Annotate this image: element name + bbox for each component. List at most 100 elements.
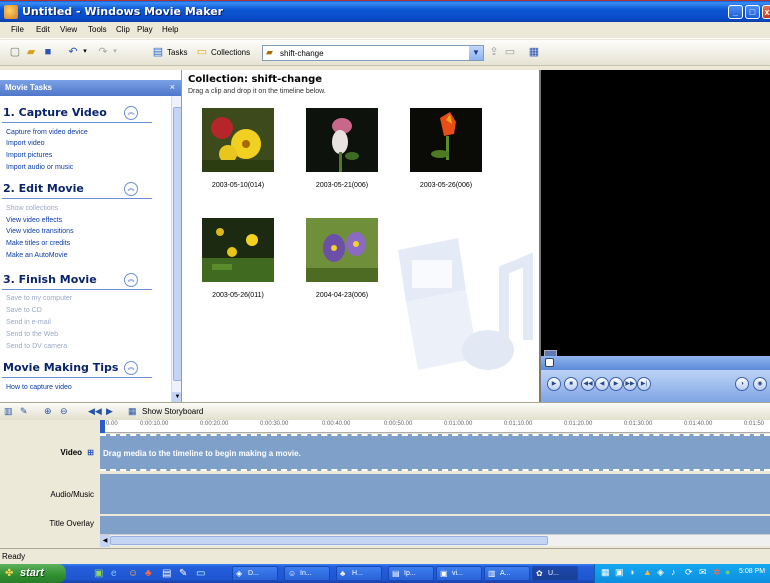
save-project-icon[interactable]: ■	[41, 45, 55, 59]
minimize-button[interactable]: _	[728, 5, 743, 19]
task-import-pictures[interactable]: Import pictures	[6, 152, 52, 159]
clip-item[interactable]: 2003-05-26(011)	[186, 218, 282, 312]
zoom-in-icon[interactable]: ⊕	[44, 406, 52, 417]
views-icon[interactable]: ▦	[527, 45, 541, 59]
storyboard-icon[interactable]: ▦	[128, 406, 137, 417]
menu-help[interactable]: Help	[162, 25, 178, 34]
forward-icon[interactable]: ▶	[609, 377, 623, 391]
tasks-button[interactable]: Tasks	[167, 48, 187, 57]
clip-item[interactable]: 2004-04-23(006)	[290, 218, 386, 312]
clip-thumbnail[interactable]	[306, 108, 378, 172]
collapse-chevron-icon[interactable]: ︽	[124, 106, 138, 120]
task-import-video[interactable]: Import video	[6, 140, 45, 147]
tray-monitor-icon[interactable]: ▣	[615, 567, 624, 578]
zoom-out-icon[interactable]: ⊖	[60, 406, 68, 417]
tray-alert-icon[interactable]: ▲	[643, 567, 652, 577]
play-icon[interactable]: ▶	[547, 377, 561, 391]
stop-icon[interactable]: ■	[564, 377, 578, 391]
back-icon[interactable]: ◀	[595, 377, 609, 391]
take-picture-icon[interactable]: ◉	[753, 377, 767, 391]
menu-tools[interactable]: Tools	[88, 25, 107, 34]
previous-frame-icon[interactable]: ◀◀	[581, 377, 595, 391]
clip-thumbnail[interactable]	[306, 218, 378, 282]
timeline-ruler[interactable]: 0.00 0:00:10.00 0:00:20.00 0:00:30.00 0:…	[100, 420, 770, 433]
start-button[interactable]: ✤ start	[0, 564, 66, 583]
task-view-effects[interactable]: View video effects	[6, 217, 62, 224]
seek-bar[interactable]	[541, 356, 770, 370]
tray-shield-icon[interactable]: ◈	[657, 567, 664, 578]
tray-security-icon[interactable]: ◑	[629, 567, 634, 577]
collections-button[interactable]: Collections	[211, 48, 250, 57]
clip-thumbnail[interactable]	[202, 218, 274, 282]
clock[interactable]: 5:08 PM	[739, 568, 765, 575]
clip-item[interactable]: 2003-05-26(006)	[394, 108, 490, 202]
open-project-icon[interactable]: ▰	[24, 45, 38, 59]
scroll-left-icon[interactable]: ◀	[100, 535, 110, 547]
tray-update-icon[interactable]: ⟳	[685, 567, 693, 578]
collections-icon[interactable]: ▭	[195, 45, 209, 59]
tray-chat-icon[interactable]: ✉	[699, 567, 707, 578]
section-movie-making-tips[interactable]: Movie Making Tips	[3, 361, 118, 374]
clip-thumbnail[interactable]	[410, 108, 482, 172]
section-edit-movie[interactable]: 2. Edit Movie	[3, 182, 84, 195]
clip-item[interactable]: 2003-05-21(006)	[290, 108, 386, 202]
task-make-automovie[interactable]: Make an AutoMovie	[6, 252, 67, 259]
play-timeline-icon[interactable]: ▶	[106, 406, 113, 417]
redo-dropdown-icon[interactable]: ▾	[108, 45, 122, 59]
task-make-titles[interactable]: Make titles or credits	[6, 240, 70, 247]
end-icon[interactable]: ▶|	[637, 377, 651, 391]
taskbar-button-active[interactable]: ✿ U...	[532, 566, 578, 581]
collection-dropdown[interactable]: ▰ shift-change ▼	[262, 45, 484, 61]
close-button[interactable]: x	[762, 5, 770, 19]
taskbar-button[interactable]: ◈ D...	[232, 566, 278, 581]
media-icon[interactable]: ♣	[145, 567, 152, 580]
taskbar-button[interactable]: ☺ In...	[284, 566, 330, 581]
video-track[interactable]: Drag media to the timeline to begin maki…	[100, 434, 770, 471]
title-bar[interactable]: Untitled - Windows Movie Maker _ □ x	[0, 0, 770, 22]
paint-icon[interactable]: ✎	[179, 567, 187, 580]
task-import-audio[interactable]: Import audio or music	[6, 164, 73, 171]
menu-view[interactable]: View	[60, 25, 77, 34]
new-project-icon[interactable]: ▢	[8, 45, 22, 59]
menu-clip[interactable]: Clip	[116, 25, 130, 34]
expand-track-icon[interactable]: ⊞	[87, 448, 94, 457]
task-how-to-capture[interactable]: How to capture video	[6, 384, 72, 391]
close-pane-icon[interactable]: ×	[170, 82, 175, 92]
audio-music-track[interactable]	[100, 474, 770, 514]
menu-play[interactable]: Play	[137, 25, 153, 34]
menu-edit[interactable]: Edit	[36, 25, 50, 34]
show-storyboard-button[interactable]: Show Storyboard	[142, 407, 203, 416]
internet-explorer-icon[interactable]: e	[111, 567, 117, 580]
set-audio-levels-icon[interactable]: ▥	[4, 406, 13, 417]
section-capture-video[interactable]: 1. Capture Video	[3, 106, 107, 119]
scrollbar-thumb[interactable]	[110, 536, 548, 545]
playhead[interactable]	[100, 420, 105, 433]
scrollbar-thumb[interactable]	[173, 107, 181, 381]
tasks-icon[interactable]: ▤	[151, 45, 165, 59]
new-collection-icon[interactable]: ▭	[503, 45, 517, 59]
timeline-scrollbar[interactable]: ◀	[100, 534, 770, 547]
collapse-chevron-icon[interactable]: ︽	[124, 361, 138, 375]
taskbar-button[interactable]: ▤ Ip...	[388, 566, 434, 581]
undo-dropdown-icon[interactable]: ▾	[78, 45, 92, 59]
next-frame-icon[interactable]: ▶▶	[623, 377, 637, 391]
clip-item[interactable]: 2003-05-10(014)	[186, 108, 282, 202]
task-view-transitions[interactable]: View video transitions	[6, 228, 74, 235]
taskbar-button[interactable]: ▣ vi...	[436, 566, 482, 581]
tray-app-icon[interactable]: ✲	[713, 567, 721, 578]
chevron-down-icon[interactable]: ▼	[469, 46, 483, 60]
tray-status-icon[interactable]: ●	[725, 567, 730, 577]
explorer-icon[interactable]: ▭	[196, 567, 205, 580]
document-icon[interactable]: ▤	[162, 567, 171, 580]
taskbar-button[interactable]: ♣ H...	[336, 566, 382, 581]
seek-bar-handle[interactable]	[545, 358, 554, 367]
clip-thumbnail[interactable]	[202, 108, 274, 172]
messenger-icon[interactable]: ☺	[128, 567, 138, 580]
scroll-down-icon[interactable]: ▼	[172, 392, 181, 402]
collapse-chevron-icon[interactable]: ︽	[124, 273, 138, 287]
up-level-icon[interactable]: ⇪	[487, 45, 501, 59]
tray-network-icon[interactable]: ▦	[601, 567, 610, 578]
section-finish-movie[interactable]: 3. Finish Movie	[3, 273, 97, 286]
taskbar-button[interactable]: ▥ A...	[484, 566, 530, 581]
rewind-timeline-icon[interactable]: ◀◀	[88, 406, 102, 417]
